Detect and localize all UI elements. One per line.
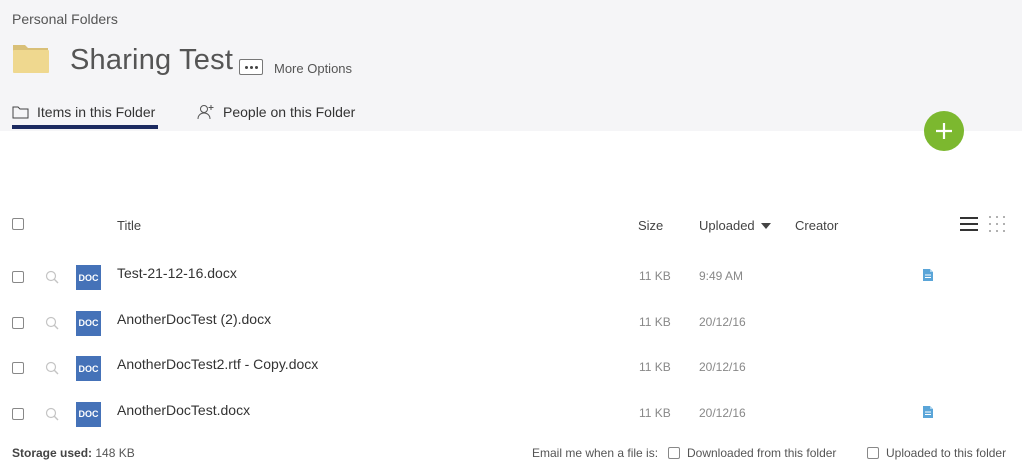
tab-label: People on this Folder [223,104,356,120]
notify-uploaded-label[interactable]: Uploaded to this folder [886,446,1006,460]
column-header-uploaded[interactable]: Uploaded [699,218,771,233]
list-view-icon[interactable] [960,216,978,232]
add-button[interactable] [924,111,964,151]
file-uploaded: 20/12/16 [699,360,746,374]
tab-people-on-folder[interactable]: People on this Folder [197,104,355,120]
notify-uploaded-checkbox[interactable] [867,447,879,459]
file-title-link[interactable]: AnotherDocTest2.rtf - Copy.docx [117,356,318,372]
column-header-size[interactable]: Size [638,218,663,233]
table-row[interactable]: DOC AnotherDocTest.docx 11 KB 20/12/16 [0,399,1022,444]
magnifier-icon[interactable] [45,316,59,330]
notify-downloaded-checkbox[interactable] [668,447,680,459]
doc-file-icon-label: DOC [78,409,99,419]
tab-items-in-folder[interactable]: Items in this Folder [12,104,155,120]
doc-file-icon: DOC [76,401,101,427]
file-uploaded: 9:49 AM [699,269,744,283]
table-row[interactable]: DOC AnotherDocTest (2).docx 11 KB 20/12/16 [0,308,1022,353]
more-options-label[interactable]: More Options [274,61,352,76]
storage-used: Storage used: 148 KB [12,446,135,460]
doc-file-icon: DOC [76,310,101,336]
file-size: 11 KB [639,360,671,374]
column-header-title[interactable]: Title [117,218,141,233]
doc-file-icon: DOC [76,356,101,381]
file-title-link[interactable]: AnotherDocTest.docx [117,402,250,418]
magnifier-icon[interactable] [45,407,59,421]
magnifier-icon[interactable] [45,361,59,375]
file-title-link[interactable]: AnotherDocTest (2).docx [117,311,271,327]
folder-outline-icon [12,106,29,119]
active-tab-indicator [12,125,158,129]
file-uploaded: 20/12/16 [699,405,746,420]
ellipsis-icon [244,65,248,69]
storage-label: Storage used: [12,446,93,460]
email-notify-label: Email me when a file is: [532,446,659,460]
page-title: Sharing Test [70,44,234,76]
doc-file-icon-label: DOC [78,272,99,283]
tab-label: Items in this Folder [37,104,156,120]
doc-file-icon-label: DOC [78,318,99,328]
file-size: 11 KB [639,314,671,329]
more-options-button[interactable] [239,59,263,75]
plus-icon [936,123,952,139]
row-checkbox[interactable] [12,407,24,420]
doc-file-icon: DOC [76,265,101,290]
folder-icon [13,45,49,73]
grid-view-icon[interactable] [988,215,1006,233]
column-header-uploaded-label: Uploaded [699,218,755,233]
file-copy-icon[interactable] [920,267,936,283]
file-copy-icon[interactable] [920,404,936,420]
magnifier-icon[interactable] [45,270,59,284]
file-size: 11 KB [639,269,671,283]
person-add-icon [197,105,214,120]
column-header-creator[interactable]: Creator [795,218,838,233]
select-all-checkbox[interactable] [12,218,24,230]
storage-value: 148 KB [95,446,135,460]
row-checkbox[interactable] [12,362,24,374]
file-uploaded: 20/12/16 [699,314,746,329]
table-row[interactable]: DOC Test-21-12-16.docx 11 KB 9:49 AM [0,262,1022,307]
table-row[interactable]: DOC AnotherDocTest2.rtf - Copy.docx 11 KB 2… [0,353,1022,398]
file-title-link[interactable]: Test-21-12-16.docx [117,265,237,281]
breadcrumb[interactable]: Personal Folders [12,11,118,27]
file-size: 11 KB [639,405,671,420]
row-checkbox[interactable] [12,316,24,329]
row-checkbox[interactable] [12,271,24,283]
notify-downloaded-label[interactable]: Downloaded from this folder [687,446,836,460]
sort-descending-icon [760,222,771,229]
doc-file-icon-label: DOC [78,363,99,374]
